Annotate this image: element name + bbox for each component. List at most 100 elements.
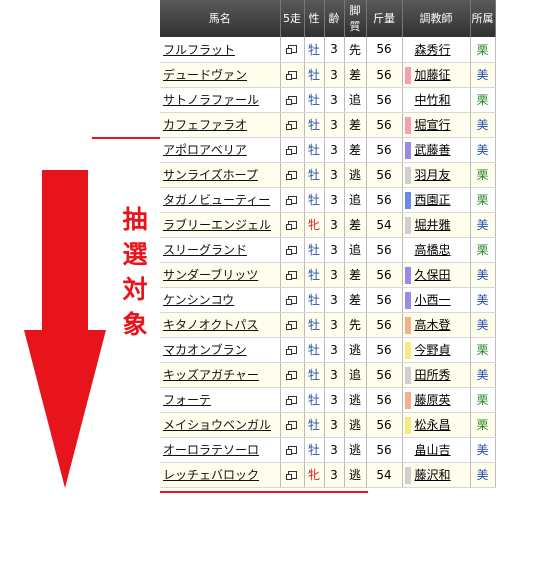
popup-window-icon[interactable]	[285, 145, 297, 155]
horse-name-link[interactable]: アポロアベリア	[163, 143, 247, 157]
horse-name-cell[interactable]: フォーテ	[160, 387, 281, 413]
popup-window-icon[interactable]	[285, 195, 297, 205]
trainer-link[interactable]: 羽月友	[415, 168, 451, 182]
popup-window-icon[interactable]	[285, 95, 297, 105]
trainer-cell[interactable]: 藤沢和	[402, 462, 471, 488]
past-races-cell[interactable]	[280, 37, 305, 63]
trainer-link[interactable]: 堀井雅	[415, 218, 451, 232]
popup-window-icon[interactable]	[285, 295, 297, 305]
past-races-cell[interactable]	[280, 312, 305, 338]
trainer-link[interactable]: 久保田	[415, 268, 451, 282]
trainer-cell[interactable]: 西園正	[402, 187, 471, 213]
trainer-link[interactable]: 武藤善	[415, 143, 451, 157]
trainer-cell[interactable]: 堀井雅	[402, 212, 471, 238]
horse-name-link[interactable]: フルフラット	[163, 43, 235, 57]
popup-window-icon[interactable]	[285, 345, 297, 355]
trainer-cell[interactable]: 畠山吉	[402, 437, 471, 463]
horse-name-link[interactable]: デュードヴァン	[163, 68, 247, 82]
horse-name-cell[interactable]: キタノオクトパス	[160, 312, 281, 338]
past-races-cell[interactable]	[280, 87, 305, 113]
horse-name-cell[interactable]: サンライズホープ	[160, 162, 281, 188]
horse-name-cell[interactable]: サトノラファール	[160, 87, 281, 113]
trainer-link[interactable]: 藤沢和	[415, 468, 451, 482]
popup-window-icon[interactable]	[285, 120, 297, 130]
horse-name-cell[interactable]: カフェファラオ	[160, 112, 281, 138]
horse-name-cell[interactable]: フルフラット	[160, 37, 281, 63]
horse-name-link[interactable]: サンライズホープ	[163, 168, 258, 182]
horse-name-cell[interactable]: スリーグランド	[160, 237, 281, 263]
trainer-cell[interactable]: 高橋忠	[402, 237, 471, 263]
horse-name-link[interactable]: スリーグランド	[163, 243, 247, 257]
horse-name-cell[interactable]: レッチェバロック	[160, 462, 281, 488]
trainer-cell[interactable]: 中竹和	[402, 87, 471, 113]
past-races-cell[interactable]	[280, 287, 305, 313]
past-races-cell[interactable]	[280, 212, 305, 238]
past-races-cell[interactable]	[280, 62, 305, 88]
trainer-link[interactable]: 西園正	[415, 193, 451, 207]
trainer-cell[interactable]: 藤原英	[402, 387, 471, 413]
past-races-cell[interactable]	[280, 262, 305, 288]
horse-name-cell[interactable]: メイショウベンガル	[160, 412, 281, 438]
past-races-cell[interactable]	[280, 437, 305, 463]
popup-window-icon[interactable]	[285, 470, 297, 480]
horse-name-link[interactable]: オーロラテソーロ	[163, 443, 259, 457]
past-races-cell[interactable]	[280, 237, 305, 263]
trainer-cell[interactable]: 堀宣行	[402, 112, 471, 138]
trainer-link[interactable]: 森秀行	[415, 43, 451, 57]
popup-window-icon[interactable]	[285, 70, 297, 80]
past-races-cell[interactable]	[280, 112, 305, 138]
popup-window-icon[interactable]	[285, 420, 297, 430]
horse-name-link[interactable]: マカオンブラン	[163, 343, 247, 357]
horse-name-link[interactable]: カフェファラオ	[163, 118, 247, 132]
popup-window-icon[interactable]	[285, 320, 297, 330]
col-header-name[interactable]: 馬名	[160, 0, 281, 37]
horse-name-link[interactable]: タガノビューティー	[163, 193, 270, 207]
past-races-cell[interactable]	[280, 187, 305, 213]
trainer-cell[interactable]: 久保田	[402, 262, 471, 288]
past-races-cell[interactable]	[280, 137, 305, 163]
horse-name-link[interactable]: サトノラファール	[163, 93, 259, 107]
horse-name-link[interactable]: フォーテ	[163, 393, 211, 407]
horse-name-cell[interactable]: ラブリーエンジェル	[160, 212, 281, 238]
trainer-link[interactable]: 加藤征	[415, 68, 451, 82]
popup-window-icon[interactable]	[285, 395, 297, 405]
horse-name-cell[interactable]: サンダーブリッツ	[160, 262, 281, 288]
popup-window-icon[interactable]	[285, 45, 297, 55]
horse-name-cell[interactable]: キッズアガチャー	[160, 362, 281, 388]
trainer-link[interactable]: 堀宣行	[415, 118, 451, 132]
trainer-cell[interactable]: 今野貞	[402, 337, 471, 363]
popup-window-icon[interactable]	[285, 170, 297, 180]
trainer-link[interactable]: 今野貞	[415, 343, 451, 357]
trainer-link[interactable]: 中竹和	[415, 93, 451, 107]
horse-name-link[interactable]: キッズアガチャー	[163, 368, 259, 382]
horse-name-link[interactable]: メイショウベンガル	[163, 418, 271, 432]
trainer-link[interactable]: 藤原英	[415, 393, 451, 407]
horse-name-cell[interactable]: タガノビューティー	[160, 187, 281, 213]
past-races-cell[interactable]	[280, 162, 305, 188]
horse-name-cell[interactable]: アポロアベリア	[160, 137, 281, 163]
trainer-link[interactable]: 松永昌	[415, 418, 451, 432]
horse-name-cell[interactable]: マカオンブラン	[160, 337, 281, 363]
trainer-cell[interactable]: 加藤征	[402, 62, 471, 88]
popup-window-icon[interactable]	[285, 445, 297, 455]
horse-name-cell[interactable]: ケンシンコウ	[160, 287, 281, 313]
trainer-link[interactable]: 高木登	[415, 318, 451, 332]
past-races-cell[interactable]	[280, 412, 305, 438]
horse-name-link[interactable]: キタノオクトパス	[163, 318, 258, 332]
horse-name-link[interactable]: サンダーブリッツ	[163, 268, 258, 282]
trainer-link[interactable]: 小西一	[415, 293, 451, 307]
past-races-cell[interactable]	[280, 362, 305, 388]
trainer-link[interactable]: 畠山吉	[415, 443, 451, 457]
past-races-cell[interactable]	[280, 337, 305, 363]
trainer-cell[interactable]: 小西一	[402, 287, 471, 313]
trainer-link[interactable]: 田所秀	[415, 368, 451, 382]
past-races-cell[interactable]	[280, 387, 305, 413]
trainer-cell[interactable]: 羽月友	[402, 162, 471, 188]
horse-name-link[interactable]: レッチェバロック	[163, 468, 259, 482]
horse-name-cell[interactable]: デュードヴァン	[160, 62, 281, 88]
popup-window-icon[interactable]	[285, 245, 297, 255]
trainer-cell[interactable]: 武藤善	[402, 137, 471, 163]
horse-name-link[interactable]: ラブリーエンジェル	[163, 218, 271, 232]
horse-name-link[interactable]: ケンシンコウ	[163, 293, 234, 307]
popup-window-icon[interactable]	[285, 370, 297, 380]
